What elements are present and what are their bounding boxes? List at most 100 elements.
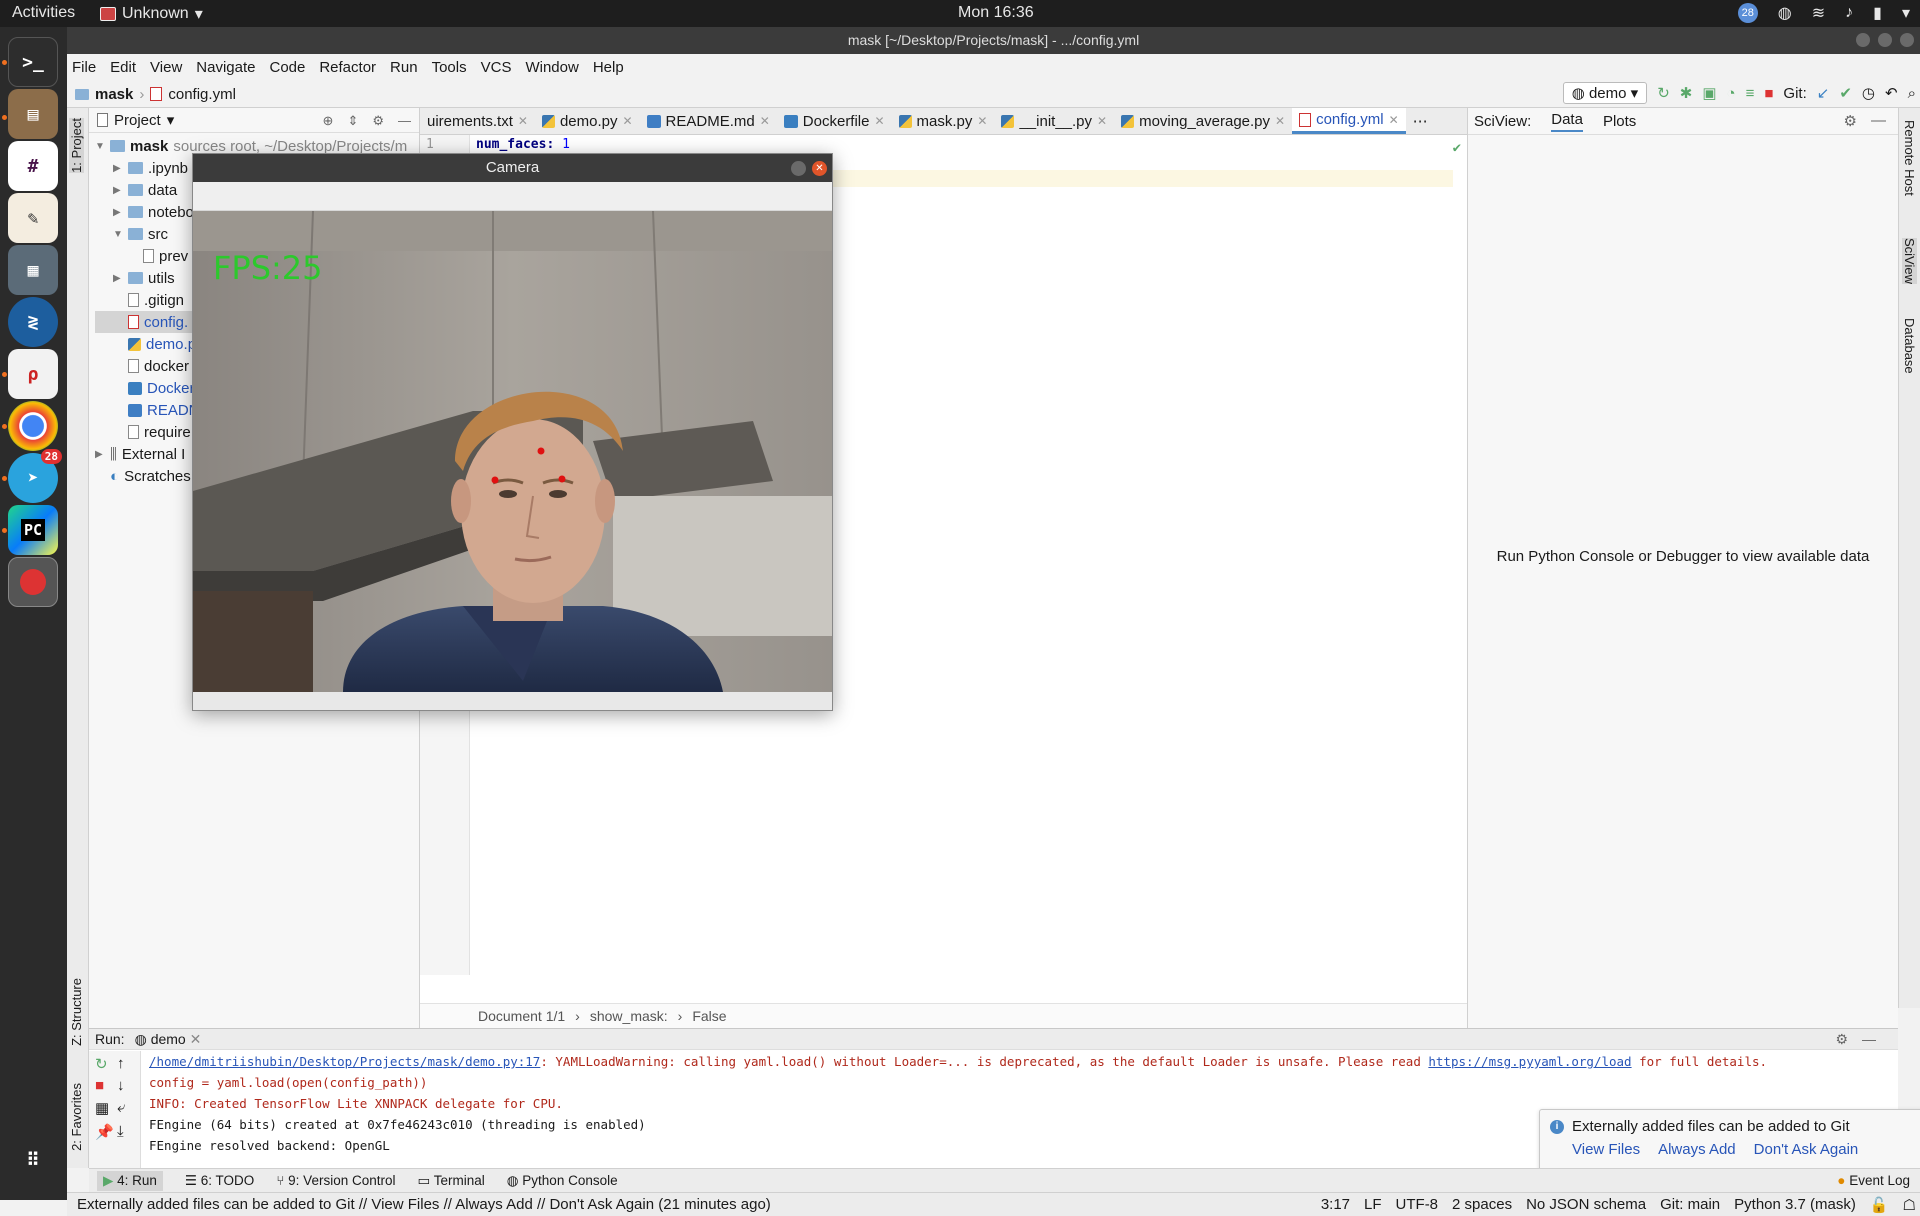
text-editor-icon[interactable]: ✎ (8, 193, 58, 243)
tab-data[interactable]: Data (1551, 111, 1583, 132)
volume-icon[interactable]: ♪ (1845, 4, 1853, 22)
tool-tab-sciview[interactable]: SciView (1902, 238, 1917, 285)
pycharm-icon[interactable]: PC (8, 505, 58, 555)
breadcrumb-document[interactable]: Document 1/1 (478, 1008, 565, 1024)
chevron-down-icon[interactable]: ▾ (167, 111, 175, 129)
files-icon[interactable]: ▤ (8, 89, 58, 139)
status-caret-position[interactable]: 3:17 (1321, 1196, 1350, 1214)
close-icon[interactable] (1900, 33, 1914, 47)
status-line-separator[interactable]: LF (1364, 1196, 1382, 1214)
close-icon[interactable]: ✕ (622, 114, 632, 128)
clock[interactable]: Mon 16:36 (958, 4, 1034, 22)
status-interpreter[interactable]: Python 3.7 (mask) (1734, 1196, 1856, 1214)
close-icon[interactable]: ✕ (760, 114, 770, 128)
debug-icon[interactable]: ✱ (1680, 84, 1693, 102)
status-encoding[interactable]: UTF-8 (1396, 1196, 1439, 1214)
minimize-icon[interactable] (791, 161, 806, 176)
tab-init-py[interactable]: __init__.py ✕ (994, 108, 1114, 134)
tool-tab-todo[interactable]: ☰ 6: TODO (185, 1173, 254, 1189)
close-icon[interactable]: ✕ (874, 114, 884, 128)
menu-window[interactable]: Window (525, 59, 578, 76)
tool-tab-favorites[interactable]: 2: Favorites (69, 1083, 84, 1151)
breadcrumb-project[interactable]: mask (95, 86, 133, 103)
close-icon[interactable]: ✕ (812, 161, 827, 176)
locate-icon[interactable]: ⊕ (323, 113, 334, 129)
console-file-link[interactable]: /home/dmitriishubin/Desktop/Projects/mas… (149, 1054, 540, 1069)
run-tab[interactable]: ◍ demo ✕ (135, 1031, 202, 1048)
console-url-link[interactable]: https://msg.pyyaml.org/load (1428, 1054, 1631, 1069)
menu-run[interactable]: Run (390, 59, 418, 76)
menu-tools[interactable]: Tools (432, 59, 467, 76)
search-icon[interactable]: ⌕ (1908, 85, 1916, 102)
always-add-link[interactable]: Always Add (1658, 1141, 1736, 1158)
menu-navigate[interactable]: Navigate (196, 59, 255, 76)
status-json-schema[interactable]: No JSON schema (1526, 1196, 1646, 1214)
minimize-icon[interactable] (1856, 33, 1870, 47)
close-icon[interactable]: ✕ (518, 114, 528, 128)
status-indent[interactable]: 2 spaces (1452, 1196, 1512, 1214)
menu-help[interactable]: Help (593, 59, 624, 76)
hide-icon[interactable]: — (1871, 112, 1886, 130)
gear-icon[interactable]: ⚙ (1844, 112, 1857, 130)
stop-icon[interactable]: ■ (1764, 85, 1773, 102)
project-view-select[interactable]: Project (114, 112, 161, 129)
menu-code[interactable]: Code (269, 59, 305, 76)
tab-config-yml[interactable]: config.yml ✕ (1292, 108, 1406, 134)
hide-icon[interactable]: — (1862, 1031, 1876, 1048)
menu-edit[interactable]: Edit (110, 59, 136, 76)
concurrency-icon[interactable]: ≡ (1746, 85, 1755, 102)
dont-ask-again-link[interactable]: Don't Ask Again (1754, 1141, 1859, 1158)
tool-tab-database[interactable]: Database (1902, 318, 1917, 374)
close-icon[interactable]: ✕ (1389, 113, 1399, 127)
rerun-icon[interactable]: ↻ (1657, 84, 1670, 102)
tool-tab-version-control[interactable]: ⑂ 9: Version Control (276, 1173, 395, 1188)
status-message[interactable]: Externally added files can be added to G… (77, 1196, 771, 1213)
pin-icon[interactable]: 📌 (95, 1123, 114, 1141)
system-tray[interactable]: 28 ◍ ≋ ♪ ▮ ▾ (1737, 3, 1910, 23)
git-update-icon[interactable]: ↙ (1817, 84, 1830, 102)
git-commit-icon[interactable]: ✔ (1839, 84, 1852, 102)
tab-demo-py[interactable]: demo.py ✕ (535, 108, 640, 134)
tool-tab-remote-host[interactable]: Remote Host (1902, 120, 1917, 196)
gear-icon[interactable]: ⚙ (1835, 1031, 1848, 1048)
apps-grid-icon[interactable]: ⠿ (8, 1135, 58, 1185)
menu-refactor[interactable]: Refactor (319, 59, 376, 76)
maximize-icon[interactable] (1878, 33, 1892, 47)
camera-title-bar[interactable]: Camera ✕ (193, 154, 832, 182)
git-history-icon[interactable]: ◷ (1862, 84, 1875, 102)
tool-tab-python-console[interactable]: ◍ Python Console (507, 1173, 618, 1189)
remmina-icon[interactable]: ≷ (8, 297, 58, 347)
rerun-icon[interactable]: ↻ (95, 1055, 108, 1073)
breadcrumb-file[interactable]: config.yml (168, 86, 236, 103)
chrome-icon[interactable] (8, 401, 58, 451)
gear-icon[interactable]: ⚙ (372, 113, 384, 129)
expand-arrow-icon[interactable]: ▶ (95, 449, 105, 460)
close-icon[interactable]: ✕ (977, 114, 987, 128)
memory-indicator-icon[interactable]: ☖ (1903, 1196, 1916, 1214)
tool-tab-run[interactable]: ▶ 4: Run (97, 1170, 163, 1191)
coverage-icon[interactable]: ▣ (1702, 84, 1716, 102)
tab-moving-average-py[interactable]: moving_average.py ✕ (1114, 108, 1292, 134)
close-icon[interactable]: ✕ (190, 1031, 202, 1047)
breadcrumb-value[interactable]: False (692, 1008, 726, 1024)
tool-tab-terminal[interactable]: ▭ Terminal (417, 1173, 484, 1189)
expand-arrow-icon[interactable]: ▼ (95, 141, 105, 152)
menu-view[interactable]: View (150, 59, 182, 76)
collapse-all-icon[interactable]: ⇕ (347, 113, 358, 129)
tool-tab-project[interactable]: 1: Project (69, 118, 84, 173)
slack-icon[interactable]: # (8, 141, 58, 191)
menu-vcs[interactable]: VCS (481, 59, 512, 76)
git-rollback-icon[interactable]: ↶ (1885, 84, 1898, 102)
document-viewer-icon[interactable]: ρ (8, 349, 58, 399)
scroll-to-end-icon[interactable]: ⤓ (117, 1123, 124, 1140)
terminal-icon[interactable]: >_ (8, 37, 58, 87)
inspection-ok-icon[interactable]: ✔ (1453, 140, 1461, 156)
expand-arrow-icon[interactable]: ▶ (113, 273, 123, 284)
notification-count-badge[interactable]: 28 (1737, 3, 1758, 23)
close-icon[interactable]: ✕ (1097, 114, 1107, 128)
view-files-link[interactable]: View Files (1572, 1141, 1640, 1158)
window-title-bar[interactable]: mask [~/Desktop/Projects/mask] - .../con… (67, 27, 1920, 54)
status-git-branch[interactable]: Git: main (1660, 1196, 1720, 1214)
expand-arrow-icon[interactable]: ▶ (113, 207, 123, 218)
code-content[interactable]: num_faces: 1 (476, 137, 1467, 154)
